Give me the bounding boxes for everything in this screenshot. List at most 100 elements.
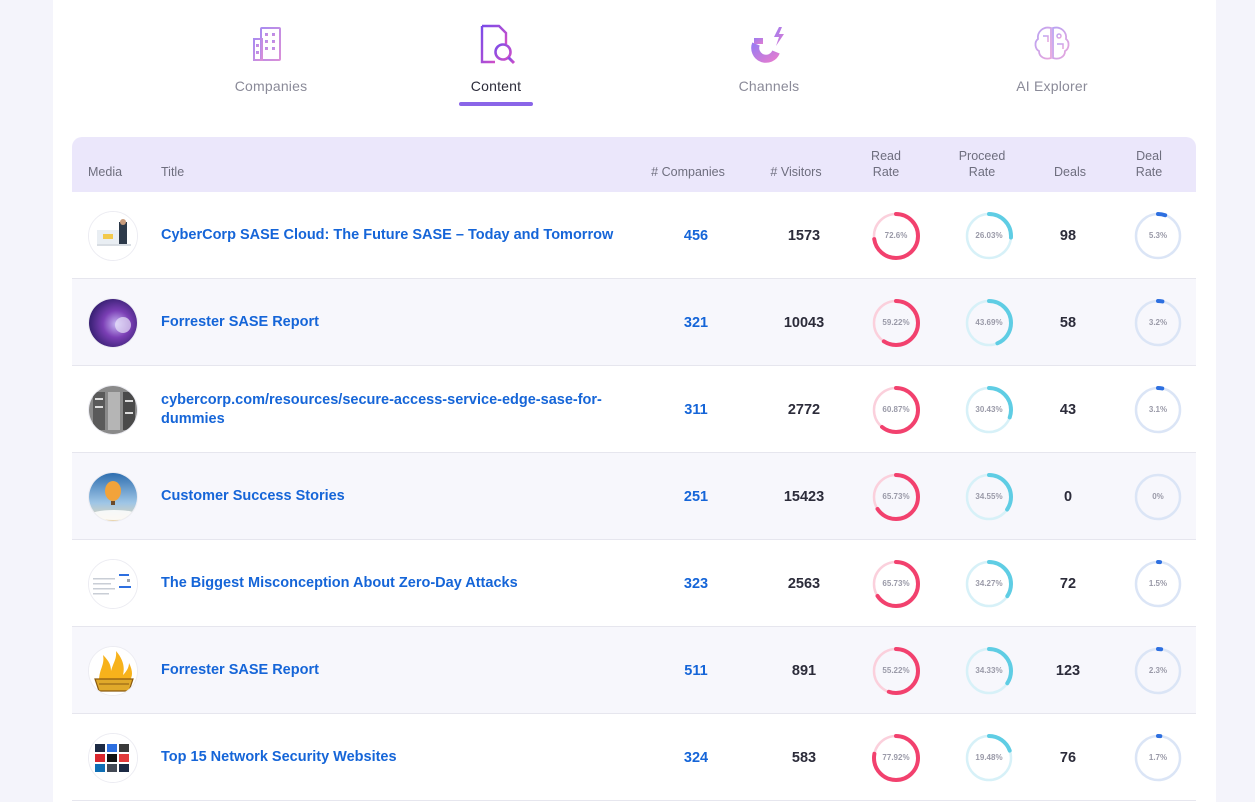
media-thumbnail[interactable] — [88, 646, 138, 696]
table-row[interactable]: CyberCorp SASE Cloud: The Future SASE – … — [72, 192, 1196, 279]
content-title-link[interactable]: cybercorp.com/resources/secure-access-se… — [161, 391, 631, 429]
companies-count[interactable]: 321 — [656, 314, 736, 333]
deal-rate-ring: 3.2% — [1132, 297, 1184, 349]
tab-ai-explorer[interactable]: AI Explorer — [972, 22, 1132, 94]
presentation-thumbnail-image — [89, 212, 137, 260]
category-tabs: Companies Content Channels AI Explorer — [53, 0, 1216, 112]
website-grid-thumbnail-image — [89, 734, 137, 782]
read-rate-ring: 55.22% — [870, 645, 922, 697]
read-rate-value: 59.22% — [882, 318, 910, 327]
read-rate-value: 55.22% — [882, 666, 910, 675]
server-room-thumbnail-image — [89, 386, 137, 434]
fire-illustration-thumbnail-image — [89, 647, 137, 695]
media-thumbnail[interactable] — [88, 472, 138, 522]
companies-count[interactable]: 456 — [656, 227, 736, 246]
media-thumbnail[interactable] — [88, 298, 138, 348]
proceed-rate-ring: 43.69% — [963, 297, 1015, 349]
media-thumbnail[interactable] — [88, 385, 138, 435]
table-row[interactable]: Forrester SASE Report 511 891 55.22% 34.… — [72, 627, 1196, 714]
tab-content[interactable]: Content — [416, 22, 576, 106]
deals-count: 98 — [1059, 228, 1077, 244]
visitors-count: 10043 — [783, 315, 825, 331]
deal-rate-ring: 5.3% — [1132, 210, 1184, 262]
content-title-link[interactable]: Customer Success Stories — [161, 487, 631, 506]
header-companies[interactable]: # Companies — [638, 164, 738, 180]
brain-icon — [1034, 26, 1070, 60]
deal-rate-ring: 2.3% — [1132, 645, 1184, 697]
proceed-rate-value: 30.43% — [975, 405, 1003, 414]
visitors-count: 2772 — [787, 402, 821, 418]
article-thumbnail-image — [89, 560, 137, 608]
proceed-rate-value: 34.33% — [975, 666, 1003, 675]
deals-count: 43 — [1059, 402, 1077, 418]
header-read-rate[interactable]: Read Rate — [856, 148, 916, 180]
visitors-count: 891 — [791, 663, 817, 679]
deals-count: 58 — [1059, 315, 1077, 331]
table-row[interactable]: Top 15 Network Security Websites 324 583… — [72, 714, 1196, 801]
content-title-link[interactable]: Forrester SASE Report — [161, 661, 631, 680]
media-thumbnail[interactable] — [88, 733, 138, 783]
tab-channels[interactable]: Channels — [689, 22, 849, 94]
deals-count: 123 — [1055, 663, 1081, 679]
read-rate-value: 65.73% — [882, 492, 910, 501]
deals-count: 76 — [1059, 750, 1077, 766]
header-visitors[interactable]: # Visitors — [756, 164, 836, 180]
table-row[interactable]: The Biggest Misconception About Zero-Day… — [72, 540, 1196, 627]
read-rate-ring: 59.22% — [870, 297, 922, 349]
deal-rate-ring: 1.5% — [1132, 558, 1184, 610]
header-deal-rate[interactable]: Deal Rate — [1124, 148, 1174, 180]
proceed-rate-ring: 34.55% — [963, 471, 1015, 523]
content-panel: Companies Content Channels AI Explorer M… — [53, 0, 1216, 802]
header-media[interactable]: Media — [88, 164, 122, 180]
balloon-sky-thumbnail-image — [89, 473, 137, 521]
proceed-rate-value: 34.55% — [975, 492, 1003, 501]
deal-rate-value: 5.3% — [1148, 231, 1168, 240]
proceed-rate-ring: 30.43% — [963, 384, 1015, 436]
visitors-count: 1573 — [787, 228, 821, 244]
header-read-rate-line2: Rate — [872, 165, 900, 179]
read-rate-ring: 65.73% — [870, 558, 922, 610]
read-rate-value: 60.87% — [882, 405, 910, 414]
companies-count[interactable]: 323 — [656, 575, 736, 594]
building-icon — [253, 27, 281, 61]
companies-count[interactable]: 324 — [656, 749, 736, 768]
table-header: Media Title # Companies # Visitors Read … — [72, 137, 1196, 192]
read-rate-ring: 77.92% — [870, 732, 922, 784]
deal-rate-value: 3.2% — [1148, 318, 1168, 327]
content-title-link[interactable]: Forrester SASE Report — [161, 313, 631, 332]
media-thumbnail[interactable] — [88, 559, 138, 609]
deal-rate-value: 0% — [1152, 492, 1164, 501]
deal-rate-value: 2.3% — [1148, 666, 1168, 675]
deal-rate-value: 1.5% — [1148, 579, 1168, 588]
proceed-rate-value: 26.03% — [975, 231, 1003, 240]
deal-rate-ring: 1.7% — [1132, 732, 1184, 784]
proceed-rate-ring: 34.27% — [963, 558, 1015, 610]
companies-count[interactable]: 511 — [656, 662, 736, 681]
header-deal-rate-line2: Rate — [1135, 165, 1163, 179]
media-thumbnail[interactable] — [88, 211, 138, 261]
deal-rate-ring: 3.1% — [1132, 384, 1184, 436]
proceed-rate-value: 19.48% — [975, 753, 1003, 762]
tab-companies[interactable]: Companies — [191, 22, 351, 94]
proceed-rate-value: 34.27% — [975, 579, 1003, 588]
visitors-count: 2563 — [787, 576, 821, 592]
table-row[interactable]: cybercorp.com/resources/secure-access-se… — [72, 366, 1196, 453]
content-title-link[interactable]: CyberCorp SASE Cloud: The Future SASE – … — [161, 226, 631, 245]
companies-count[interactable]: 311 — [656, 401, 736, 420]
content-title-link[interactable]: The Biggest Misconception About Zero-Day… — [161, 574, 631, 593]
document-search-icon — [480, 24, 516, 65]
header-proceed-rate[interactable]: Proceed Rate — [944, 148, 1020, 180]
companies-count[interactable]: 251 — [656, 488, 736, 507]
header-deals[interactable]: Deals — [1040, 164, 1100, 180]
tab-content-label: Content — [470, 78, 522, 94]
table-row[interactable]: Forrester SASE Report 321 10043 59.22% 4… — [72, 279, 1196, 366]
magnet-icon — [751, 27, 784, 63]
header-title[interactable]: Title — [161, 164, 184, 180]
deal-rate-ring: 0% — [1132, 471, 1184, 523]
proceed-rate-ring: 34.33% — [963, 645, 1015, 697]
content-title-link[interactable]: Top 15 Network Security Websites — [161, 748, 631, 767]
read-rate-value: 77.92% — [882, 753, 910, 762]
tab-channels-label: Channels — [738, 78, 800, 94]
proceed-rate-ring: 19.48% — [963, 732, 1015, 784]
table-row[interactable]: Customer Success Stories 251 15423 65.73… — [72, 453, 1196, 540]
